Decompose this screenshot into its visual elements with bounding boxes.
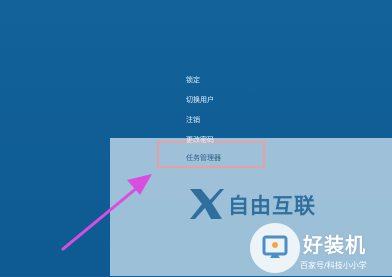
ctrl-alt-del-screen: 锁定 切换用户 注销 更改密码 任务管理器 更改密码 任务管理器 自由互联 好装…	[0, 0, 392, 276]
menu-item-sign-out[interactable]: 注销	[186, 111, 200, 129]
watermark-text: 自由互联	[228, 194, 316, 218]
source-caption: 百家号/科技小小学	[300, 261, 367, 270]
brand-name: 好装机	[303, 233, 366, 257]
menu-item-lock[interactable]: 锁定	[186, 71, 200, 89]
watermark-logo-icon	[190, 189, 224, 219]
monitor-icon	[262, 235, 288, 258]
brand-logo-circle	[250, 223, 300, 273]
menu-item-task-manager-text[interactable]: 任务管理器	[186, 149, 221, 167]
menu-item-switch-user[interactable]: 切换用户	[186, 91, 214, 109]
menu-item-change-password-text[interactable]: 更改密码	[186, 131, 214, 149]
